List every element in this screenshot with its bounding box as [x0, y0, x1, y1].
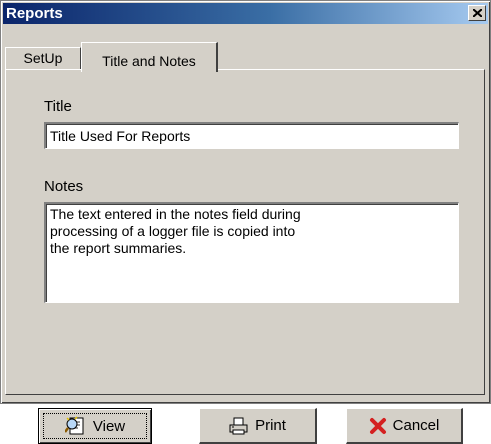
red-x-icon: [369, 417, 387, 435]
print-button-label: Print: [255, 417, 286, 434]
tab-title-and-notes[interactable]: Title and Notes: [81, 42, 218, 72]
focus-rectangle: [43, 413, 147, 439]
close-icon: [473, 9, 482, 17]
close-button[interactable]: [468, 5, 486, 21]
title-input[interactable]: [44, 122, 459, 149]
cancel-button[interactable]: Cancel: [346, 408, 463, 444]
window-title: Reports: [6, 5, 63, 22]
print-button[interactable]: Print: [199, 408, 317, 444]
tab-panel: Title Notes The text entered in the note…: [5, 69, 485, 444]
printer-icon: [229, 417, 249, 435]
tab-setup[interactable]: SetUp: [5, 47, 81, 69]
cancel-button-label: Cancel: [392, 417, 440, 434]
title-bar[interactable]: Reports: [3, 3, 488, 24]
reports-dialog: Reports SetUp Title and Notes Title Note…: [0, 0, 491, 444]
notes-textarea[interactable]: The text entered in the notes field duri…: [44, 202, 459, 303]
notes-label: Notes: [44, 178, 84, 195]
view-button[interactable]: View: [38, 408, 152, 444]
title-label: Title: [44, 98, 72, 115]
